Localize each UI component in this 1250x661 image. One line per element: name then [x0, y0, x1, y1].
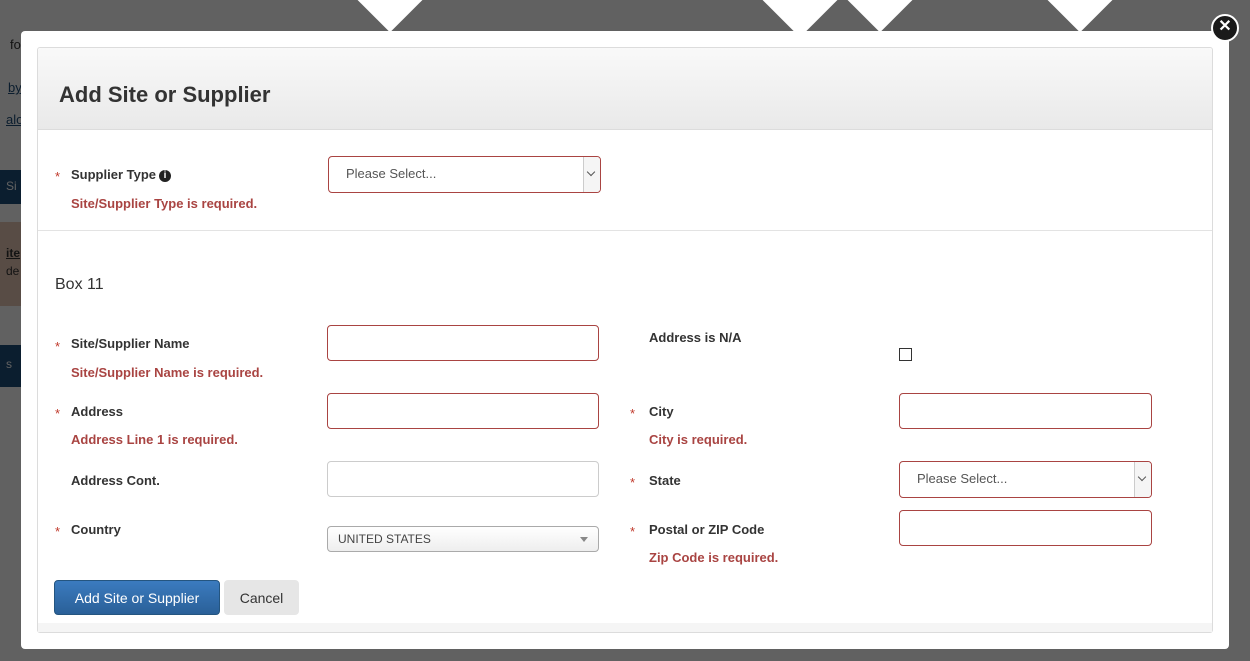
required-marker: * — [55, 169, 61, 184]
add-site-button[interactable]: Add Site or Supplier — [54, 580, 220, 615]
required-marker: * — [55, 406, 61, 421]
close-icon[interactable]: ✕ — [1211, 14, 1239, 42]
required-marker: * — [630, 524, 636, 539]
address-na-label: Address is N/A — [649, 330, 742, 345]
supplier-type-select[interactable]: Please Select... — [328, 156, 601, 193]
site-name-label: Site/Supplier Name — [71, 336, 190, 351]
supplier-type-label: Supplier Type i — [71, 167, 171, 182]
chevron-down-icon — [1134, 462, 1151, 497]
postal-label: Postal or ZIP Code — [649, 522, 765, 537]
cancel-button[interactable]: Cancel — [224, 580, 299, 615]
required-marker: * — [630, 406, 636, 421]
country-label: Country — [71, 522, 121, 537]
country-select[interactable]: UNITED STATES — [327, 526, 599, 552]
city-label: City — [649, 404, 674, 419]
required-marker: * — [55, 524, 61, 539]
address-cont-label: Address Cont. — [71, 473, 160, 488]
address-na-checkbox[interactable] — [899, 348, 912, 361]
address-input[interactable] — [327, 393, 599, 429]
info-icon[interactable]: i — [159, 170, 171, 182]
address-cont-input[interactable] — [327, 461, 599, 497]
state-label: State — [649, 473, 681, 488]
site-name-input[interactable] — [327, 325, 599, 361]
caret-down-icon — [580, 537, 588, 542]
modal-title: Add Site or Supplier — [59, 82, 271, 107]
address-error: Address Line 1 is required. — [71, 432, 238, 447]
postal-error: Zip Code is required. — [649, 550, 779, 565]
postal-input[interactable] — [899, 510, 1152, 546]
state-select[interactable]: Please Select... — [899, 461, 1152, 498]
modal-content: Add Site or Supplier * Supplier Type i Si… — [37, 47, 1213, 633]
modal-header: Add Site or Supplier — [38, 48, 1212, 130]
required-marker: * — [55, 339, 61, 354]
site-name-error: Site/Supplier Name is required. — [71, 365, 264, 380]
box-title: Box 11 — [55, 276, 104, 293]
required-marker: * — [630, 475, 636, 490]
modal-footer — [38, 623, 1212, 632]
supplier-type-error: Site/Supplier Type is required. — [71, 196, 258, 211]
chevron-down-icon — [583, 157, 600, 192]
supplier-type-section — [38, 130, 1212, 231]
city-input[interactable] — [899, 393, 1152, 429]
city-error: City is required. — [649, 432, 748, 447]
address-label: Address — [71, 404, 124, 419]
modal-dialog: Add Site or Supplier * Supplier Type i Si… — [21, 31, 1229, 649]
